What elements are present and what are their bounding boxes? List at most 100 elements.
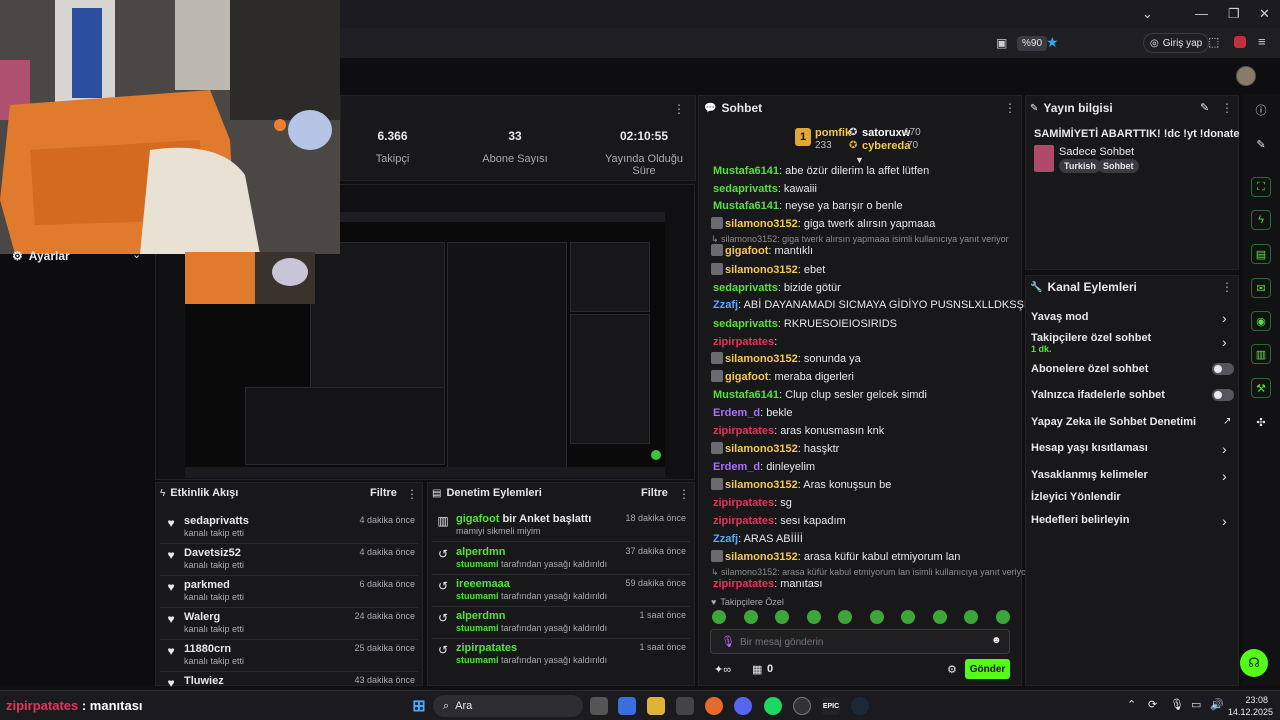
tools-icon[interactable]: ⚒ bbox=[1251, 378, 1271, 398]
emote-icon[interactable] bbox=[995, 610, 1010, 624]
minimize-icon[interactable]: — bbox=[1195, 6, 1208, 21]
channel-actions-options-icon[interactable]: ⋮ bbox=[1221, 280, 1233, 294]
store-icon[interactable] bbox=[676, 697, 694, 715]
moderation-item[interactable]: ↺ ireeemaaa stuumami tarafından yasağı kal… bbox=[436, 578, 688, 602]
channel-action-item[interactable]: Yasaklanmış kelimeler bbox=[1031, 469, 1236, 481]
edit-icon[interactable]: ✎ bbox=[1200, 101, 1209, 114]
emote-icon[interactable] bbox=[901, 610, 915, 624]
chat-username[interactable]: Erdem_d bbox=[713, 461, 760, 473]
chat-username[interactable]: zipirpatates bbox=[713, 497, 774, 509]
microphone-tray-icon[interactable]: 🎙 bbox=[1170, 698, 1184, 711]
settings-item[interactable]: ⚙ Ayarlar bbox=[12, 249, 70, 263]
info-icon[interactable]: ⓘ bbox=[1251, 100, 1271, 120]
zoom-level[interactable]: %90 bbox=[1017, 36, 1048, 51]
chat-username[interactable]: zipirpatates bbox=[713, 515, 774, 527]
activity-user[interactable]: sedaprivatts bbox=[184, 515, 249, 527]
chat-username[interactable]: zipirpatates bbox=[713, 578, 774, 590]
channel-action-item[interactable]: Hedefleri belirleyin bbox=[1031, 514, 1236, 526]
moderation-user[interactable]: ireeemaaa bbox=[456, 578, 510, 590]
toggle-switch[interactable] bbox=[1212, 363, 1234, 375]
firefox-icon[interactable] bbox=[705, 697, 723, 715]
activity-options-icon[interactable]: ⋮ bbox=[406, 487, 418, 501]
activity-item[interactable]: ♥ 11880crn kanalı takip etti 25 dakika önce bbox=[163, 643, 418, 667]
avatar[interactable] bbox=[1236, 66, 1256, 86]
moderation-user[interactable]: alperdmn bbox=[456, 610, 506, 622]
channel-points-icon[interactable]: ✦∞ bbox=[714, 663, 731, 676]
chat-username[interactable]: silamono3152 bbox=[725, 218, 798, 230]
bolt-icon[interactable]: ϟ bbox=[1251, 210, 1271, 230]
emote-icon[interactable] bbox=[712, 610, 726, 624]
activity-user[interactable]: parkmed bbox=[184, 579, 230, 591]
moderation-item[interactable]: ↺ alperdmn stuumami tarafından yasağı kald… bbox=[436, 610, 688, 634]
channel-action-item[interactable]: İzleyici Yönlendir bbox=[1031, 491, 1236, 503]
chat-username[interactable]: Erdem_d bbox=[713, 407, 760, 419]
tab-list-chevron-icon[interactable]: ⌄ bbox=[1142, 6, 1153, 22]
broadcast-icon[interactable]: ◉ bbox=[1251, 311, 1271, 331]
chat-username[interactable]: zipirpatates bbox=[713, 336, 774, 348]
edit-pen-icon[interactable]: ✎ bbox=[1251, 134, 1271, 154]
taskbar-clock[interactable]: 23:08 14.12.2025 bbox=[1228, 694, 1273, 718]
emote-icon[interactable] bbox=[806, 610, 821, 624]
chat-username[interactable]: Zzafj bbox=[713, 299, 738, 311]
tag-turkish[interactable]: Turkish bbox=[1059, 159, 1101, 173]
login-button[interactable]: ◎ Giriş yap bbox=[1143, 33, 1210, 53]
moderator-name[interactable]: stuumami bbox=[456, 623, 499, 633]
tag-sohbet[interactable]: Sohbet bbox=[1098, 159, 1139, 173]
channel-action-item[interactable]: Abonelere özel sohbet bbox=[1031, 363, 1236, 375]
toggle-switch[interactable] bbox=[1212, 389, 1234, 401]
send-button[interactable]: Gönder bbox=[965, 659, 1010, 679]
chat-username[interactable]: gigafoot bbox=[725, 371, 768, 383]
moderation-user[interactable]: gigafoot bbox=[456, 513, 499, 525]
bookmark-star-icon[interactable]: ★ bbox=[1046, 34, 1059, 51]
task-view-icon[interactable] bbox=[590, 697, 608, 715]
moderator-name[interactable]: stuumami bbox=[456, 655, 499, 665]
chat-username[interactable]: Mustafa6141 bbox=[713, 165, 779, 177]
moderation-item[interactable]: ↺ zipirpatates stuumami tarafından yasağı … bbox=[436, 642, 688, 666]
document-icon[interactable]: ▤ bbox=[1251, 244, 1271, 264]
chat-icon[interactable]: ✉ bbox=[1251, 278, 1271, 298]
moderator-name[interactable]: stuumami bbox=[456, 559, 499, 569]
chat-input[interactable] bbox=[740, 635, 980, 649]
channel-action-item[interactable]: Takipçilere özel sohbet 1 dk. bbox=[1031, 332, 1236, 354]
moderation-filter-button[interactable]: Filtre bbox=[641, 487, 668, 499]
emote-icon[interactable] bbox=[838, 610, 852, 624]
moderation-item[interactable]: ▥ gigafoot bir Anket başlattı mamiyi sikme… bbox=[436, 513, 688, 537]
activity-user[interactable]: Tluwiez bbox=[184, 675, 224, 687]
fullscreen-icon[interactable]: ⛶ bbox=[1251, 177, 1271, 197]
file-explorer-icon[interactable] bbox=[647, 697, 665, 715]
stream-info-options-icon[interactable]: ⋮ bbox=[1221, 101, 1233, 115]
screen-icon[interactable]: ▣ bbox=[996, 36, 1007, 50]
chat-username[interactable]: zipirpatates bbox=[713, 425, 774, 437]
moderation-user[interactable]: zipirpatates bbox=[456, 642, 517, 654]
moderation-item[interactable]: ↺ alperdmn stuumami tarafından yasağı kald… bbox=[436, 546, 688, 570]
chat-username[interactable]: silamono3152 bbox=[725, 353, 798, 365]
activity-item[interactable]: ♥ Davetsiz52 kanalı takip etti 4 dakika önc… bbox=[163, 547, 418, 571]
chevron-right-icon[interactable]: › bbox=[1222, 468, 1227, 484]
chevron-right-icon[interactable]: › bbox=[1222, 441, 1227, 457]
tray-chevron-icon[interactable]: ⌃ bbox=[1127, 698, 1136, 711]
apps-icon[interactable]: ✣ bbox=[1251, 412, 1271, 432]
discord-icon[interactable] bbox=[734, 697, 752, 715]
menu-icon[interactable]: ≡ bbox=[1258, 34, 1266, 49]
chat-options-icon[interactable]: ⋮ bbox=[1004, 101, 1016, 115]
layout-icon[interactable]: ▥ bbox=[1251, 344, 1271, 364]
taskbar-search[interactable]: ⌕ Ara bbox=[433, 695, 583, 717]
gift-box-icon[interactable]: ▦ bbox=[752, 663, 762, 676]
activity-item[interactable]: ♥ parkmed kanalı takip etti 6 dakika önce bbox=[163, 579, 418, 603]
emote-icon[interactable] bbox=[964, 610, 978, 624]
copilot-icon[interactable] bbox=[618, 697, 636, 715]
volume-icon[interactable]: 🔊 bbox=[1210, 698, 1224, 711]
chevron-right-icon[interactable]: › bbox=[1222, 310, 1227, 326]
chat-username[interactable]: silamono3152 bbox=[725, 443, 798, 455]
chat-username[interactable]: sedaprivatts bbox=[713, 183, 778, 195]
chat-username[interactable]: Mustafa6141 bbox=[713, 389, 779, 401]
chat-username[interactable]: sedaprivatts bbox=[713, 282, 778, 294]
maximize-icon[interactable]: ❐ bbox=[1228, 6, 1240, 22]
category-thumbnail[interactable] bbox=[1034, 145, 1054, 172]
channel-action-item[interactable]: Yavaş mod bbox=[1031, 311, 1236, 323]
activity-user[interactable]: Walerg bbox=[184, 611, 220, 623]
obs-icon[interactable] bbox=[793, 697, 811, 715]
activity-filter-button[interactable]: Filtre bbox=[370, 487, 397, 499]
epic-games-icon[interactable]: EPIC bbox=[822, 697, 840, 715]
windows-start-icon[interactable]: ⊞ bbox=[410, 697, 428, 715]
